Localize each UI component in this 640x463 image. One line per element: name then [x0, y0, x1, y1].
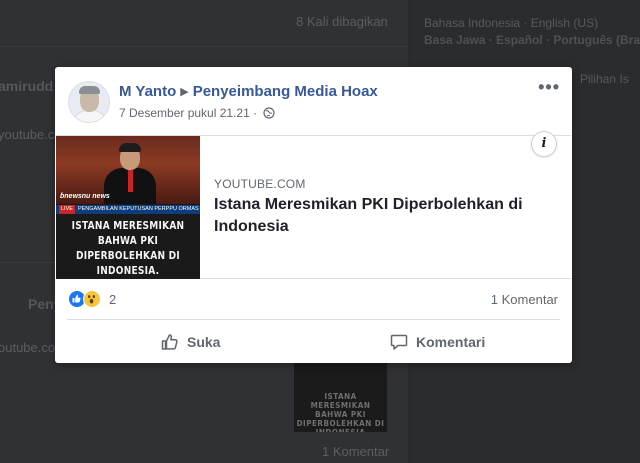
- bg-choose-label: Pilihan Is: [580, 72, 629, 86]
- post-card: M Yanto ▶ Penyeimbang Media Hoax 7 Desembe…: [55, 67, 572, 363]
- bg-video-thumbnail: ISTANA MERESMIKAN BAHWA PKI DIPERBOLEHKA…: [294, 362, 387, 432]
- thumb-brand: ɓnewsnu news: [60, 193, 110, 200]
- post-header: M Yanto ▶ Penyeimbang Media Hoax: [119, 83, 378, 100]
- thumbs-up-icon: [160, 332, 180, 352]
- comment-count[interactable]: 1 Komentar: [491, 292, 558, 307]
- group-name[interactable]: Penyeimbang Media Hoax: [193, 83, 378, 100]
- post-timestamp[interactable]: 7 Desember pukul 21.21 ·: [119, 106, 257, 120]
- reaction-count: 2: [109, 292, 117, 307]
- caret-right-icon: ▶: [180, 86, 189, 98]
- divider: [67, 319, 560, 320]
- bg-languages-row: Bahasa Indonesia · English (US): [424, 16, 599, 30]
- comment-label: Komentari: [416, 334, 486, 350]
- bg-divider: [0, 46, 408, 47]
- bg-languages-row: Basa Jawa · Español · Português (Bra: [424, 33, 640, 47]
- like-label: Suka: [187, 334, 221, 350]
- thumb-caption: ISTANA MERESMIKAN BAHWA PKI DIPERBOLEHKA…: [71, 219, 185, 277]
- comment-button[interactable]: Komentari: [389, 329, 485, 355]
- bg-author-fragment: amirudd: [0, 78, 54, 94]
- info-icon[interactable]: i: [531, 131, 557, 157]
- more-options-button[interactable]: •••: [538, 78, 560, 96]
- like-button[interactable]: Suka: [160, 329, 220, 355]
- link-title[interactable]: Istana Meresmikan PKI Diperbolehkan di I…: [214, 194, 544, 238]
- author-name[interactable]: M Yanto: [119, 83, 176, 100]
- bg-link-fragment: youtube.c: [0, 127, 55, 142]
- video-thumbnail[interactable]: ɓnewsnu news LIVE PENGAMBILAN KEPUTUSAN P…: [56, 136, 200, 279]
- avatar[interactable]: [68, 81, 110, 123]
- bg-link-fragment: outube.co: [0, 340, 56, 355]
- link-domain: YOUTUBE.COM: [214, 177, 306, 191]
- ticker-text: PENGAMBILAN KEPUTUSAN PERPPU ORMAS: [77, 206, 199, 212]
- post-meta: 7 Desember pukul 21.21 ·: [119, 106, 276, 122]
- globe-icon[interactable]: [263, 107, 276, 122]
- live-badge: LIVE: [59, 205, 75, 214]
- bg-thumb-caption: ISTANA MERESMIKAN BAHWA PKI DIPERBOLEHKA…: [296, 392, 385, 432]
- bg-comment-count: 1 Komentar: [322, 444, 390, 459]
- link-preview[interactable]: ɓnewsnu news LIVE PENGAMBILAN KEPUTUSAN P…: [56, 131, 571, 279]
- bg-share-count: 8 Kali dibagikan: [296, 14, 388, 29]
- wow-reaction-icon: [83, 290, 101, 308]
- thumb-ticker: LIVE PENGAMBILAN KEPUTUSAN PERPPU ORMAS: [56, 205, 200, 214]
- comment-icon: [389, 332, 409, 352]
